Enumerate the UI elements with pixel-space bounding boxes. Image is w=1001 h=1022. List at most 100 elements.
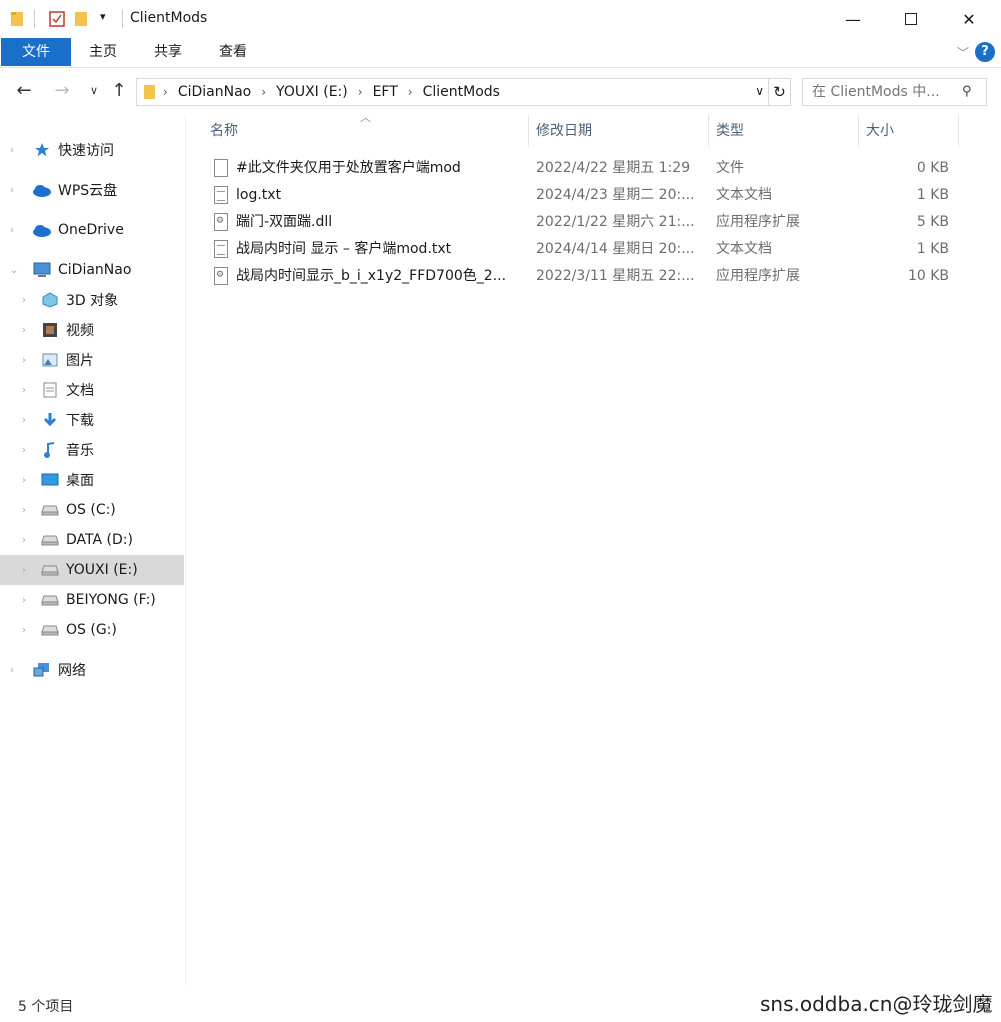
sidebar-item-pictures[interactable]: › 图片 bbox=[0, 345, 184, 375]
drive-icon bbox=[40, 561, 60, 579]
sidebar-item-label: 图片 bbox=[66, 353, 94, 369]
tab-share[interactable]: 共享 bbox=[145, 38, 191, 66]
dll-file-icon bbox=[214, 267, 228, 285]
tab-file[interactable]: 文件 bbox=[1, 38, 71, 66]
window-title: ClientMods bbox=[130, 10, 208, 26]
address-dropdown-icon[interactable]: ∨ bbox=[755, 84, 764, 98]
column-header-type[interactable]: 类型 bbox=[708, 115, 858, 147]
sidebar-item-drive-g[interactable]: › OS (G:) bbox=[0, 615, 184, 645]
back-button[interactable]: ← bbox=[12, 80, 36, 104]
address-bar[interactable]: › CiDianNao › YOUXI (E:) › EFT › ClientM… bbox=[136, 78, 791, 106]
sidebar-item-label: CiDianNao bbox=[58, 262, 132, 278]
chevron-right-icon[interactable]: › bbox=[22, 325, 26, 336]
chevron-right-icon[interactable]: › bbox=[22, 355, 26, 366]
chevron-right-icon[interactable]: › bbox=[22, 625, 26, 636]
file-name: 踹门-双面踹.dll bbox=[236, 214, 333, 230]
chevron-right-icon[interactable]: › bbox=[22, 295, 26, 306]
new-folder-icon[interactable] bbox=[74, 10, 90, 28]
cube-icon bbox=[40, 291, 60, 309]
sidebar-item-label: 视频 bbox=[66, 323, 94, 339]
chevron-down-icon[interactable]: ⌄ bbox=[10, 265, 18, 276]
close-button[interactable]: ✕ bbox=[940, 0, 998, 38]
arrow-up-icon: ↑ bbox=[111, 80, 127, 101]
file-icon bbox=[214, 159, 228, 177]
sidebar-item-3d-objects[interactable]: › 3D 对象 bbox=[0, 285, 184, 315]
video-icon bbox=[40, 321, 60, 339]
chevron-right-icon[interactable]: › bbox=[22, 415, 26, 426]
search-icon[interactable]: ⚲ bbox=[962, 84, 993, 99]
navigation-pane: › 快速访问 › WPS云盘 › OneDrive ⌄ CiDianNao › 3D 对象 › 视频 ›… bbox=[0, 115, 186, 985]
quick-access-dropdown-icon[interactable]: ▾ bbox=[100, 10, 106, 23]
help-button[interactable]: ? bbox=[975, 42, 995, 62]
breadcrumb-clientmods[interactable]: ClientMods bbox=[419, 84, 504, 100]
file-row[interactable]: log.txt 2024/4/23 星期二 20:... 文本文档 1 KB bbox=[210, 182, 955, 209]
sidebar-item-documents[interactable]: › 文档 bbox=[0, 375, 184, 405]
star-icon bbox=[32, 141, 52, 159]
file-date: 2024/4/23 星期二 20:... bbox=[536, 187, 695, 203]
chevron-right-icon[interactable]: › bbox=[22, 445, 26, 456]
file-row[interactable]: 踹门-双面踹.dll 2022/1/22 星期六 21:... 应用程序扩展 5 KB bbox=[210, 209, 955, 236]
chevron-right-icon[interactable]: › bbox=[22, 475, 26, 486]
arrow-right-icon: → bbox=[54, 80, 70, 101]
refresh-icon[interactable]: ↻ bbox=[768, 79, 790, 105]
sidebar-item-music[interactable]: › 音乐 bbox=[0, 435, 184, 465]
ribbon-tabs: 文件 主页 共享 查看 ﹀ ? bbox=[0, 38, 1001, 68]
sidebar-item-onedrive[interactable]: › OneDrive bbox=[0, 215, 184, 245]
chevron-right-icon[interactable]: › bbox=[22, 595, 26, 606]
breadcrumb-separator-icon[interactable]: › bbox=[255, 85, 272, 99]
chevron-right-icon[interactable]: › bbox=[22, 565, 26, 576]
expand-ribbon-icon[interactable]: ﹀ bbox=[957, 44, 969, 61]
chevron-right-icon[interactable]: › bbox=[10, 185, 14, 196]
column-header-date[interactable]: 修改日期 bbox=[528, 115, 708, 147]
sidebar-item-wps-cloud[interactable]: › WPS云盘 bbox=[0, 175, 184, 205]
file-date: 2024/4/14 星期日 20:... bbox=[536, 241, 695, 257]
file-row[interactable]: 战局内时间显示_b_i_x1y2_FFD700色_2... 2022/3/11 星… bbox=[210, 263, 955, 290]
column-header-size[interactable]: 大小 bbox=[858, 115, 958, 147]
network-icon bbox=[32, 661, 52, 679]
chevron-right-icon[interactable]: › bbox=[22, 535, 26, 546]
minimize-button[interactable]: — bbox=[824, 0, 882, 38]
sidebar-item-label: DATA (D:) bbox=[66, 532, 133, 548]
sidebar-item-network[interactable]: › 网络 bbox=[0, 655, 184, 685]
chevron-right-icon[interactable]: › bbox=[22, 505, 26, 516]
picture-icon bbox=[40, 351, 60, 369]
sidebar-item-cidiannao[interactable]: ⌄ CiDianNao bbox=[0, 255, 184, 285]
up-button[interactable]: ↑ bbox=[107, 80, 131, 104]
title-bar: ▾ ClientMods — ✕ bbox=[0, 0, 1001, 38]
breadcrumb-youxi[interactable]: YOUXI (E:) bbox=[272, 84, 352, 100]
breadcrumb-separator-icon[interactable]: › bbox=[402, 85, 419, 99]
search-input[interactable] bbox=[802, 78, 987, 106]
sidebar-item-quick-access[interactable]: › 快速访问 bbox=[0, 135, 184, 165]
sidebar-item-desktop[interactable]: › 桌面 bbox=[0, 465, 184, 495]
breadcrumb-cidiannao[interactable]: CiDianNao bbox=[174, 84, 255, 100]
tab-view[interactable]: 查看 bbox=[210, 38, 256, 66]
file-row[interactable]: 战局内时间 显示 – 客户端mod.txt 2024/4/14 星期日 20:..… bbox=[210, 236, 955, 263]
drive-icon bbox=[40, 621, 60, 639]
tab-home[interactable]: 主页 bbox=[80, 38, 126, 66]
maximize-button[interactable] bbox=[882, 0, 940, 38]
breadcrumb-eft[interactable]: EFT bbox=[369, 84, 402, 100]
sidebar-item-drive-f[interactable]: › BEIYONG (F:) bbox=[0, 585, 184, 615]
sidebar-item-label: 3D 对象 bbox=[66, 293, 119, 309]
sidebar-item-label: 桌面 bbox=[66, 473, 94, 489]
sidebar-item-videos[interactable]: › 视频 bbox=[0, 315, 184, 345]
properties-icon[interactable] bbox=[48, 10, 66, 28]
chevron-right-icon[interactable]: › bbox=[10, 145, 14, 156]
sidebar-item-drive-c[interactable]: › OS (C:) bbox=[0, 495, 184, 525]
sidebar-item-drive-d[interactable]: › DATA (D:) bbox=[0, 525, 184, 555]
sidebar-item-label: OneDrive bbox=[58, 222, 124, 238]
breadcrumb-separator-icon[interactable]: › bbox=[157, 85, 174, 99]
file-type: 应用程序扩展 bbox=[716, 214, 800, 230]
chevron-right-icon[interactable]: › bbox=[10, 665, 14, 676]
recent-locations-button[interactable]: ∨ bbox=[82, 80, 106, 104]
minimize-icon: — bbox=[845, 9, 861, 29]
chevron-right-icon[interactable]: › bbox=[22, 385, 26, 396]
forward-button[interactable]: → bbox=[50, 80, 74, 104]
chevron-right-icon[interactable]: › bbox=[10, 225, 14, 236]
column-header-name[interactable]: 名称 bbox=[202, 115, 528, 147]
file-row[interactable]: #此文件夹仅用于处放置客户端mod 2022/4/22 星期五 1:29 文件 0 K… bbox=[210, 155, 955, 182]
navigation-bar: ← → ∨ ↑ › CiDianNao › YOUXI (E:) › EFT ›… bbox=[0, 72, 1001, 110]
breadcrumb-separator-icon[interactable]: › bbox=[352, 85, 369, 99]
sidebar-item-downloads[interactable]: › 下载 bbox=[0, 405, 184, 435]
sidebar-item-drive-e[interactable]: › YOUXI (E:) bbox=[0, 555, 184, 585]
